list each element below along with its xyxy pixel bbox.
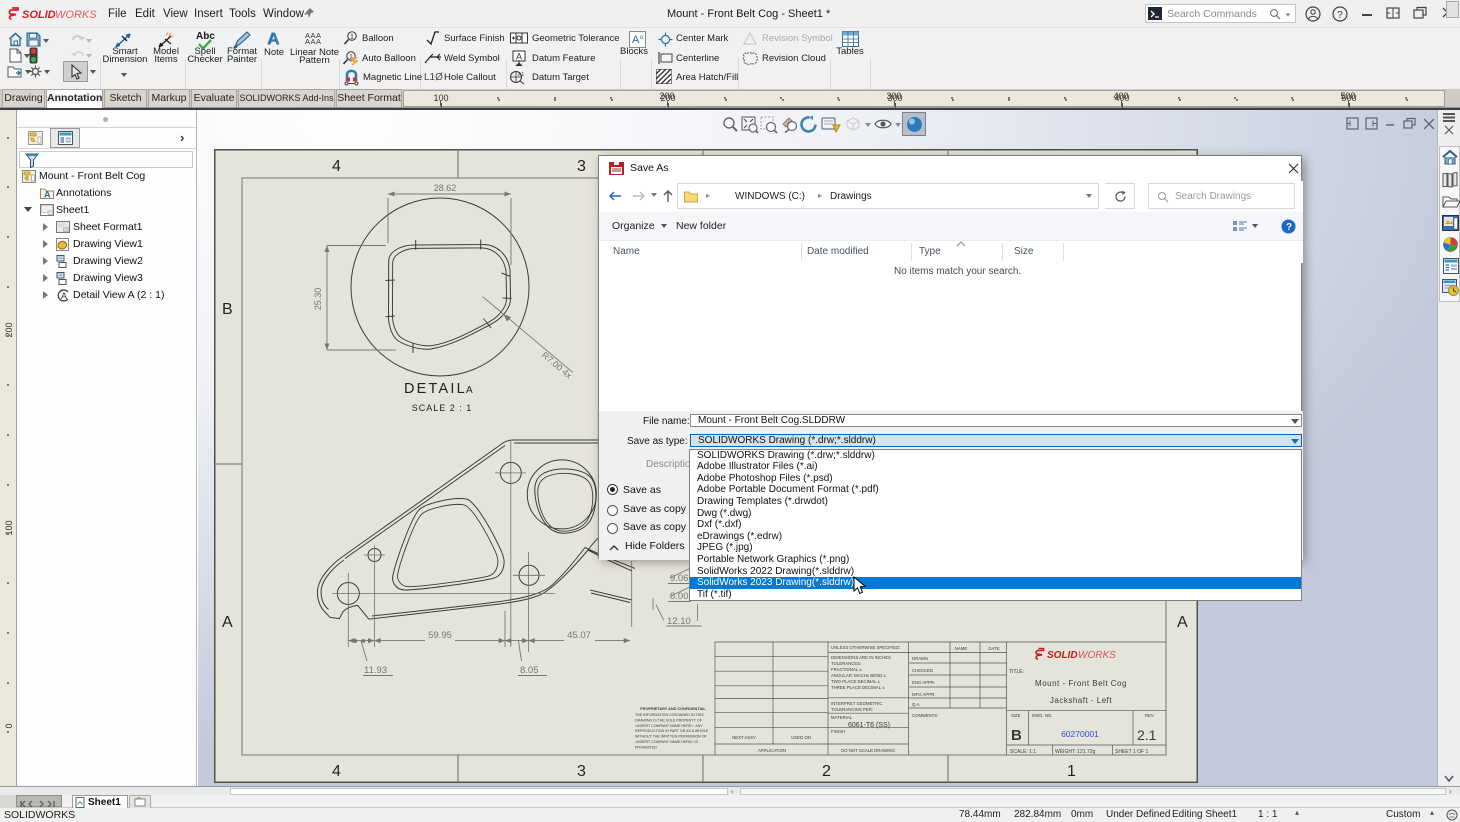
svg-text:A: A (632, 34, 640, 46)
svg-text:<INSERT COMPANY NAME HERE> IS: <INSERT COMPANY NAME HERE> IS (635, 740, 698, 744)
svg-text:NAME: NAME (955, 646, 968, 651)
svg-text:8.00: 8.00 (670, 591, 689, 602)
svg-text:DRAWING IS THE SOLE PROPERTY O: DRAWING IS THE SOLE PROPERTY OF (635, 718, 703, 722)
svg-text:4: 4 (332, 158, 341, 175)
svg-text:TITLE:: TITLE: (1009, 669, 1024, 675)
svg-text:PROPRIETARY AND CONFIDENTIAL: PROPRIETARY AND CONFIDENTIAL (640, 707, 706, 711)
svg-text:12.10: 12.10 (667, 616, 691, 627)
svg-text:60270001: 60270001 (1061, 729, 1099, 739)
svg-text:A: A (61, 291, 67, 301)
svg-text:B: B (1011, 727, 1022, 744)
svg-text:WORKS: WORKS (55, 9, 97, 21)
svg-text:WITHOUT THE WRITTEN PERMISSION: WITHOUT THE WRITTEN PERMISSION OF (635, 735, 708, 739)
svg-text:DWG. NO.: DWG. NO. (1032, 713, 1053, 718)
svg-text:UNLESS OTHERWISE SPECIFIED:: UNLESS OTHERWISE SPECIFIED: (831, 645, 900, 650)
svg-text:NEXT ASSY: NEXT ASSY (732, 735, 756, 740)
svg-text:SCALE 2 : 1: SCALE 2 : 1 (412, 403, 473, 413)
svg-text:FRACTIONAL ±: FRACTIONAL ± (831, 667, 862, 672)
svg-text:Q.A.: Q.A. (912, 702, 921, 707)
svg-text:45.07: 45.07 (567, 630, 591, 641)
svg-text:A: A (516, 52, 522, 62)
svg-text:?: ? (1286, 222, 1292, 233)
svg-text:A1: A1 (518, 72, 524, 78)
svg-text:WEIGHT: 121.72g: WEIGHT: 121.72g (1055, 749, 1096, 755)
svg-text:2: 2 (822, 763, 831, 780)
svg-text:28.62: 28.62 (434, 183, 457, 193)
svg-text:6061-T6 (SS): 6061-T6 (SS) (848, 722, 890, 729)
svg-text:59.95: 59.95 (428, 630, 452, 641)
svg-text:TOLERANCES:: TOLERANCES: (831, 661, 861, 666)
svg-text:ANGULAR: MACH± BEND ±: ANGULAR: MACH± BEND ± (831, 673, 886, 678)
svg-text:PROHIBITED.: PROHIBITED. (635, 745, 658, 749)
svg-text:REPRODUCTION IN PART OR AS A W: REPRODUCTION IN PART OR AS A WHOLE (635, 729, 709, 733)
svg-text:COMMENTS:: COMMENTS: (912, 713, 938, 718)
svg-text:A: A (44, 190, 51, 200)
svg-text:MFG APPR.: MFG APPR. (912, 692, 935, 697)
svg-text:TOLERANCING PER:: TOLERANCING PER: (831, 707, 873, 712)
svg-text:FINISH: FINISH (831, 729, 845, 734)
svg-text:DIMENSIONS ARE IN INCHES: DIMENSIONS ARE IN INCHES (831, 655, 891, 660)
svg-text:Jackshaft - Left: Jackshaft - Left (1050, 696, 1113, 705)
svg-text:MATERIAL: MATERIAL (831, 715, 853, 720)
svg-text:APPLICATION: APPLICATION (758, 748, 786, 753)
svg-text:SIZE: SIZE (1011, 713, 1021, 718)
svg-text:ENG APPR.: ENG APPR. (912, 680, 935, 685)
svg-text:B: B (222, 301, 233, 318)
svg-text:SOLID: SOLID (1047, 650, 1078, 661)
svg-text:THREE PLACE DECIMAL ±: THREE PLACE DECIMAL ± (831, 685, 885, 690)
svg-text:USED ON: USED ON (791, 735, 811, 740)
svg-text:11.93: 11.93 (364, 665, 387, 676)
svg-text:?: ? (1337, 9, 1343, 21)
svg-text:2.1: 2.1 (1137, 727, 1157, 743)
svg-text:A: A (466, 385, 473, 396)
svg-text:REV: REV (1145, 713, 1154, 718)
svg-text:9.06: 9.06 (670, 573, 689, 584)
svg-text:DO NOT SCALE DRAWING: DO NOT SCALE DRAWING (841, 748, 895, 753)
svg-text:SOLID: SOLID (22, 9, 56, 21)
svg-text:3: 3 (577, 763, 586, 780)
svg-text:CHECKED: CHECKED (912, 668, 933, 673)
svg-text:3: 3 (577, 158, 586, 175)
svg-text:A: A (1177, 614, 1188, 631)
svg-text:THE INFORMATION CONTAINED IN T: THE INFORMATION CONTAINED IN THIS (635, 713, 704, 717)
svg-text:DATE: DATE (988, 646, 999, 651)
svg-text:4: 4 (332, 763, 341, 780)
svg-text:Mount - Front Belt Cog: Mount - Front Belt Cog (1035, 679, 1127, 688)
svg-text:A: A (222, 614, 233, 631)
svg-text:INTERPRET GEOMETRIC: INTERPRET GEOMETRIC (831, 701, 883, 706)
svg-text:1: 1 (350, 34, 354, 41)
svg-text:DETAIL: DETAIL (404, 381, 467, 397)
svg-text:TWO PLACE DECIMAL ±: TWO PLACE DECIMAL ± (831, 679, 881, 684)
svg-text:8.05: 8.05 (520, 665, 539, 676)
svg-text:WORKS: WORKS (1078, 650, 1116, 661)
svg-text:<INSERT COMPANY NAME HERE>. A: <INSERT COMPANY NAME HERE>. ANY (635, 724, 703, 728)
svg-text:25.30: 25.30 (313, 288, 323, 311)
svg-text:SCALE: 1:1: SCALE: 1:1 (1010, 749, 1036, 755)
svg-text:SHEET 1 OF 1: SHEET 1 OF 1 (1115, 749, 1148, 755)
svg-text:DRAWN: DRAWN (912, 656, 928, 661)
svg-text:1: 1 (1067, 763, 1076, 780)
